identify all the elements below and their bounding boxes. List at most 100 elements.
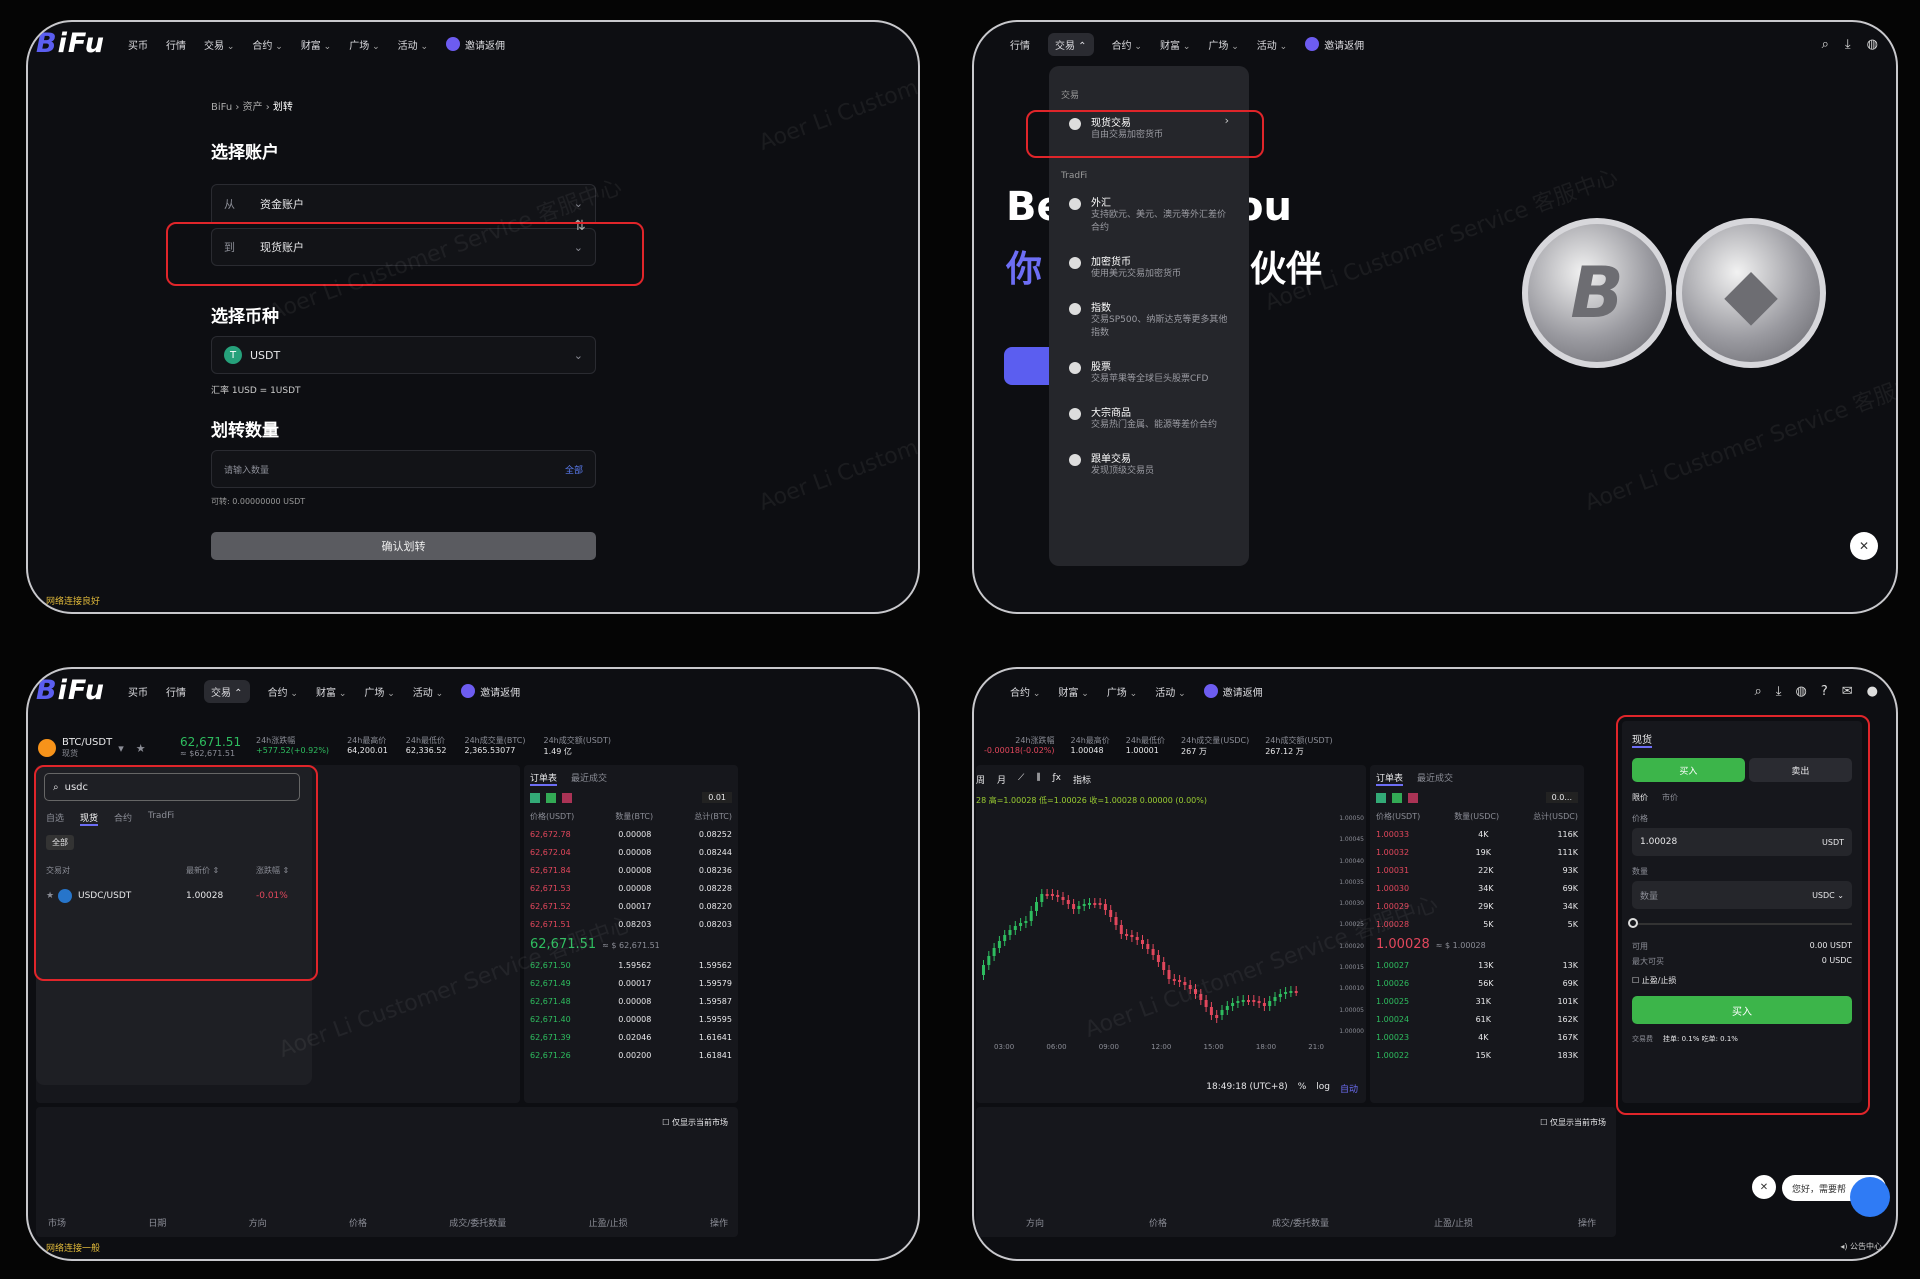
nav-futures[interactable]: 合约 (1010, 684, 1040, 699)
orderbook-row[interactable]: 1.00028 5K 5K (1376, 915, 1578, 933)
orderbook-row[interactable]: 62,671.50 1.59562 1.59562 (530, 956, 732, 974)
amount-slider[interactable] (1628, 918, 1852, 928)
book-bids-icon[interactable] (546, 792, 556, 803)
orderbook-row[interactable]: 62,671.39 0.02046 1.61641 (530, 1028, 732, 1046)
search-icon[interactable]: ⌕ (1822, 37, 1829, 52)
tab-tradfi[interactable]: TradFi (148, 811, 174, 826)
globe-icon[interactable]: ◍ (1867, 37, 1878, 52)
nav-square[interactable]: 广场 (364, 684, 394, 699)
book-bids-icon[interactable] (1392, 792, 1402, 803)
orderbook-row[interactable]: 62,671.51 0.08203 0.08203 (530, 915, 732, 933)
nav-wealth[interactable]: 财富 (1058, 684, 1088, 699)
line-chart-icon[interactable]: ⟋ (1018, 773, 1024, 786)
avatar-icon[interactable]: ● (1867, 684, 1878, 699)
scale-percent[interactable]: % (1298, 1082, 1307, 1095)
coin-select[interactable]: T USDT ⌄ (211, 336, 596, 374)
only-current-checkbox[interactable]: ☐ 仅显示当前市场 (662, 1117, 728, 1128)
download-icon[interactable]: ⤓ (1845, 37, 1851, 52)
scale-auto[interactable]: 自动 (1340, 1082, 1358, 1095)
indicator-icon[interactable]: ƒx (1052, 773, 1061, 786)
all-button[interactable]: 全部 (565, 463, 583, 476)
nav-trade[interactable]: 交易 ⌃ (204, 679, 250, 703)
menu-spot-trading[interactable]: 现货交易 自由交易加密货币 › (1049, 105, 1249, 151)
nav-futures[interactable]: 合约 (252, 37, 282, 52)
download-icon[interactable]: ⤓ (1776, 684, 1782, 699)
confirm-transfer-button[interactable]: 确认划转 (211, 532, 596, 560)
mail-icon[interactable]: ✉ (1842, 684, 1853, 699)
chat-icon[interactable] (1850, 1177, 1890, 1217)
notice-center[interactable]: ◂) 公告中心 (1840, 1241, 1882, 1252)
nav-buy-crypto[interactable]: 买币 (128, 684, 148, 699)
tab-spot[interactable]: 现货 (80, 811, 99, 826)
pair-search-input[interactable]: ⌕ usdc (44, 773, 300, 801)
tpsl-checkbox[interactable]: ☐ 止盈/止损 (1632, 975, 1852, 986)
menu-copy-trading[interactable]: 跟单交易 发现顶级交易员 (1049, 441, 1249, 487)
orderbook-row[interactable]: 1.00033 4K 116K (1376, 825, 1578, 843)
qty-unit[interactable]: USDC ⌄ (1812, 891, 1844, 900)
orderbook-row[interactable]: 1.00025 31K 101K (1376, 992, 1578, 1010)
result-row[interactable]: ★ USDC/USDT 1.00028 -0.01% (46, 889, 302, 903)
precision-select[interactable]: 0.0... (1545, 792, 1578, 803)
orderbook-row[interactable]: 62,671.53 0.00008 0.08228 (530, 879, 732, 897)
qty-input[interactable]: 数量 USDC ⌄ (1632, 881, 1852, 909)
orderbook-row[interactable]: 62,672.78 0.00008 0.08252 (530, 825, 732, 843)
nav-wealth[interactable]: 财富 (1160, 37, 1190, 52)
nav-trade[interactable]: 交易 (204, 37, 234, 52)
tab-futures[interactable]: 合约 (114, 811, 132, 826)
star-icon[interactable]: ★ (136, 742, 146, 755)
interval-month[interactable]: 月 (997, 773, 1006, 786)
nav-futures[interactable]: 合约 (268, 684, 298, 699)
book-asks-icon[interactable] (562, 792, 572, 803)
sell-tab[interactable]: 卖出 (1748, 758, 1852, 782)
orderbook-row[interactable]: 62,672.04 0.00008 0.08244 (530, 843, 732, 861)
menu-index[interactable]: 指数 交易SP500、纳斯达克等更多其他指数 (1049, 290, 1249, 349)
orderbook-row[interactable]: 62,671.49 0.00017 1.59579 (530, 974, 732, 992)
nav-events[interactable]: 活动 (1155, 684, 1185, 699)
tab-market[interactable]: 市价 (1662, 792, 1678, 803)
tab-recent-trades[interactable]: 最近成交 (571, 771, 607, 786)
orderbook-row[interactable]: 62,671.84 0.00008 0.08236 (530, 861, 732, 879)
nav-invite[interactable]: 邀请返佣 (1305, 37, 1364, 52)
nav-square[interactable]: 广场 (1208, 37, 1238, 52)
interval-week[interactable]: 周 (976, 773, 985, 786)
orderbook-row[interactable]: 62,671.52 0.00017 0.08220 (530, 897, 732, 915)
search-icon[interactable]: ⌕ (1754, 684, 1761, 699)
close-icon[interactable]: ✕ (1752, 1175, 1776, 1199)
nav-wealth[interactable]: 财富 (316, 684, 346, 699)
filter-all[interactable]: 全部 (46, 835, 74, 850)
nav-invite[interactable]: 邀请返佣 (461, 684, 520, 699)
tab-favorites[interactable]: 自选 (46, 811, 64, 826)
tab-orderbook[interactable]: 订单表 (1376, 771, 1404, 786)
book-both-icon[interactable] (530, 792, 540, 803)
orderbook-row[interactable]: 62,671.26 0.00200 1.61841 (530, 1046, 732, 1064)
pair-header[interactable]: BTC/USDT 现货 ▾ ★ (38, 737, 146, 759)
orderbook-row[interactable]: 62,671.48 0.00008 1.59587 (530, 992, 732, 1010)
nav-markets[interactable]: 行情 (166, 37, 186, 52)
nav-wealth[interactable]: 财富 (301, 37, 331, 52)
indicator-button[interactable]: 指标 (1073, 773, 1091, 786)
orderbook-row[interactable]: 1.00026 56K 69K (1376, 974, 1578, 992)
tab-recent-trades[interactable]: 最近成交 (1417, 771, 1453, 786)
help-icon[interactable]: ? (1821, 684, 1828, 699)
nav-square[interactable]: 广场 (1107, 684, 1137, 699)
close-icon[interactable]: ✕ (1850, 532, 1878, 560)
price-chart[interactable]: 周月 ⟋ ⫼ ƒx 指标 28 高=1.00028 低=1.00026 收=1.0002… (976, 765, 1366, 1103)
globe-icon[interactable]: ◍ (1796, 684, 1807, 699)
orderbook-row[interactable]: 1.00029 29K 34K (1376, 897, 1578, 915)
nav-buy-crypto[interactable]: 买币 (128, 37, 148, 52)
col-change[interactable]: 涨跌幅 ⇕ (256, 865, 289, 876)
tab-limit[interactable]: 限价 (1632, 792, 1648, 803)
col-price[interactable]: 最新价 ⇕ (186, 865, 256, 876)
nav-futures[interactable]: 合约 (1112, 37, 1142, 52)
menu-stocks[interactable]: 股票 交易苹果等全球巨头股票CFD (1049, 349, 1249, 395)
orderbook-row[interactable]: 1.00027 13K 13K (1376, 956, 1578, 974)
tab-orderbook[interactable]: 订单表 (530, 771, 558, 786)
nav-square[interactable]: 广场 (349, 37, 379, 52)
swap-icon[interactable]: ⇅ (574, 218, 586, 234)
nav-events[interactable]: 活动 (398, 37, 428, 52)
amount-input[interactable]: 请输入数量 全部 (211, 450, 596, 488)
breadcrumb-home[interactable]: BiFu (211, 102, 232, 113)
orderbook-row[interactable]: 1.00022 15K 183K (1376, 1046, 1578, 1064)
from-account-select[interactable]: 从 资金账户 ⌄ (211, 184, 596, 222)
nav-markets[interactable]: 行情 (166, 684, 186, 699)
